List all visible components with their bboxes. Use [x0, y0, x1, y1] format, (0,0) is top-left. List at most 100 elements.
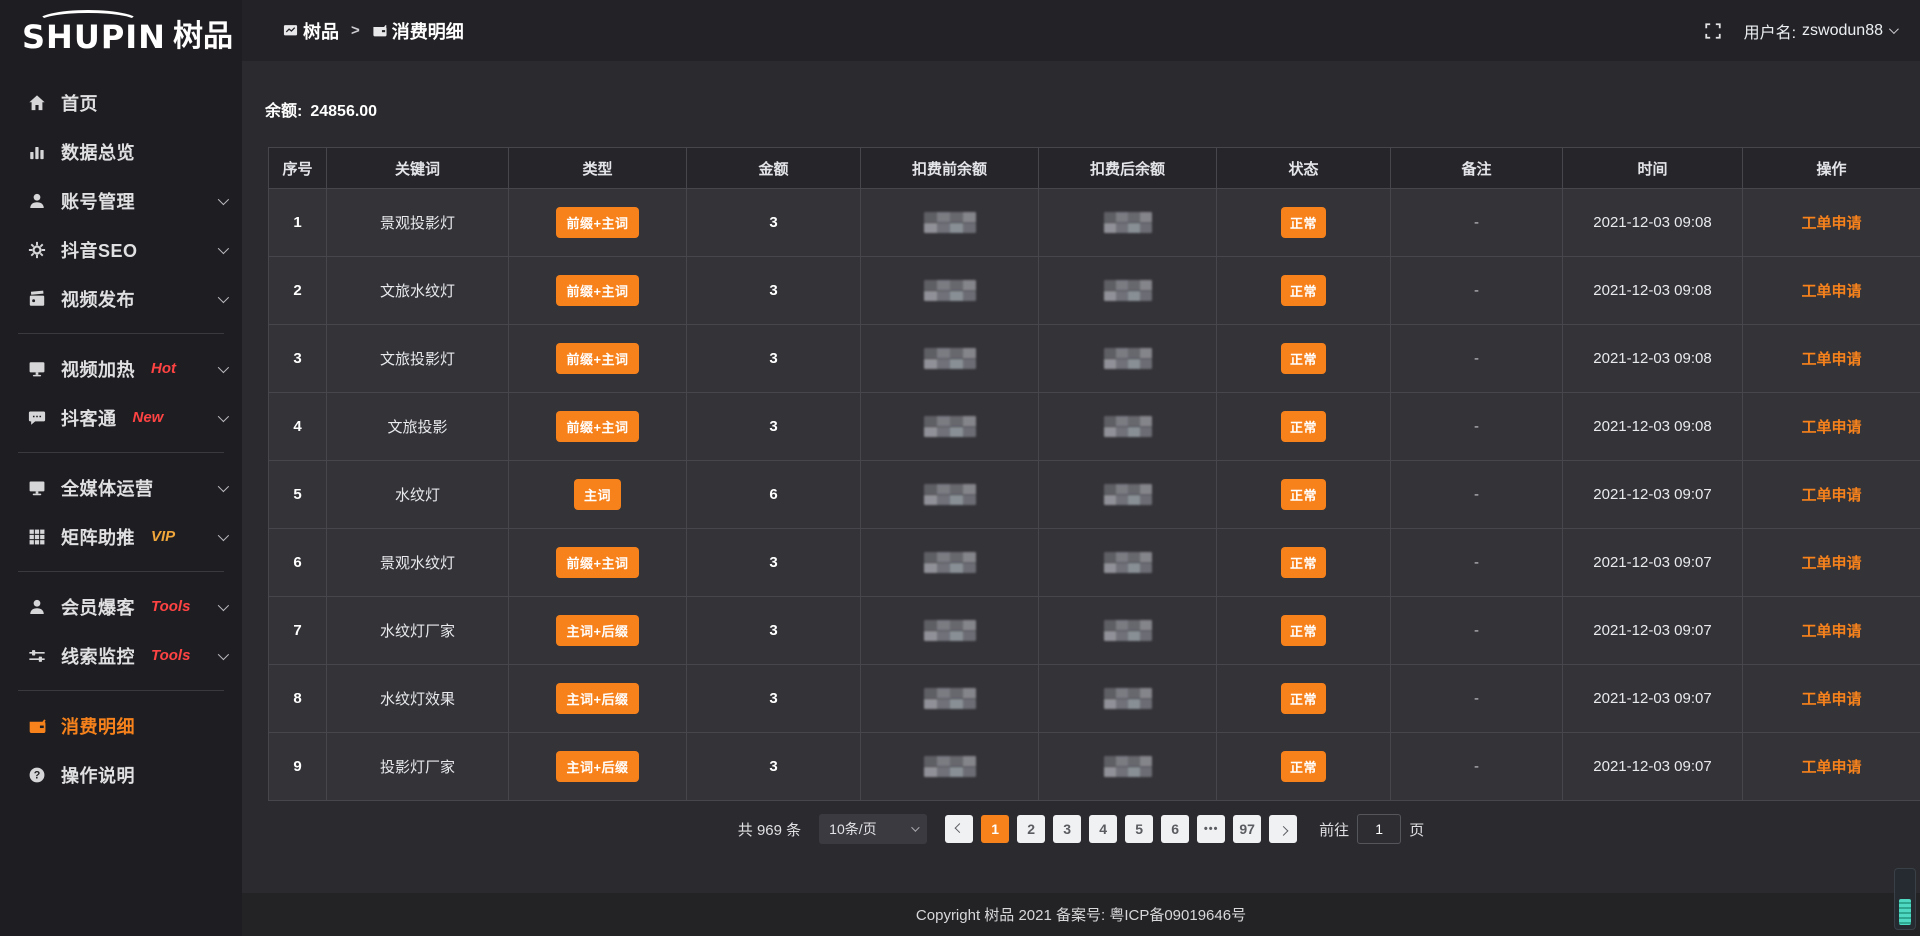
cell-time: 2021-12-03 09:07 [1563, 461, 1743, 529]
page-ellipsis[interactable]: ••• [1197, 815, 1225, 843]
topbar: 树品 > 消费明细 用户名: zswodun88 [242, 0, 1920, 61]
sidebar-item-label: 抖客通 [61, 405, 117, 431]
cell-amount: 3 [687, 597, 861, 665]
work-order-link[interactable]: 工单申请 [1801, 283, 1861, 300]
type-badge: 主词+后缀 [556, 615, 638, 646]
cell-balance-before [861, 733, 1039, 801]
cell-remark: - [1391, 529, 1563, 597]
sidebar-item-6[interactable]: 视频加热Hot [0, 344, 242, 393]
cell-balance-before [861, 257, 1039, 325]
fullscreen-icon[interactable] [1704, 22, 1722, 40]
next-page-button[interactable] [1269, 815, 1297, 843]
grid-icon [28, 528, 46, 546]
app-window-icon [283, 23, 298, 38]
table-row: 3文旅投影灯前缀+主词3正常-2021-12-03 09:08工单申请 [269, 325, 1920, 393]
cell-action: 工单申请 [1743, 529, 1920, 597]
cell-index: 3 [269, 325, 327, 393]
scrollbar-widget[interactable] [1894, 868, 1916, 930]
page-button-3[interactable]: 3 [1053, 815, 1081, 843]
work-order-link[interactable]: 工单申请 [1801, 487, 1861, 504]
status-badge: 正常 [1281, 751, 1326, 782]
cell-keyword: 文旅水纹灯 [327, 257, 509, 325]
cell-remark: - [1391, 189, 1563, 257]
sidebar-item-9[interactable]: 矩阵助推VIP [0, 512, 242, 561]
sidebar-item-2[interactable]: 数据总览 [0, 127, 242, 176]
type-badge: 主词+后缀 [556, 751, 638, 782]
sidebar-item-tag: Hot [151, 360, 176, 377]
breadcrumb-home-label: 树品 [303, 18, 339, 44]
page-button-4[interactable]: 4 [1089, 815, 1117, 843]
status-badge: 正常 [1281, 615, 1326, 646]
cell-status: 正常 [1217, 665, 1391, 733]
user-dropdown[interactable]: 用户名: zswodun88 [1744, 19, 1896, 43]
sidebar-item-label: 消费明细 [61, 713, 135, 739]
work-order-link[interactable]: 工单申请 [1801, 419, 1861, 436]
cell-time: 2021-12-03 09:07 [1563, 733, 1743, 801]
home-icon [28, 94, 46, 112]
masked-balance-after [1104, 416, 1152, 437]
cell-balance-before [861, 461, 1039, 529]
work-order-link[interactable]: 工单申请 [1801, 623, 1861, 640]
status-badge: 正常 [1281, 683, 1326, 714]
masked-balance-before [924, 756, 976, 777]
cell-status: 正常 [1217, 257, 1391, 325]
work-order-link[interactable]: 工单申请 [1801, 759, 1861, 776]
sidebar-item-4[interactable]: 抖音SEO [0, 225, 242, 274]
cell-balance-before [861, 393, 1039, 461]
cell-balance-after [1039, 325, 1217, 393]
page-button-2[interactable]: 2 [1017, 815, 1045, 843]
cell-status: 正常 [1217, 733, 1391, 801]
cell-balance-before [861, 665, 1039, 733]
breadcrumb-home[interactable]: 树品 [283, 18, 339, 44]
chevron-down-icon [1889, 24, 1899, 34]
sidebar-menu: 首页数据总览账号管理抖音SEO视频发布视频加热Hot抖客通New全媒体运营矩阵助… [0, 78, 242, 799]
masked-balance-after [1104, 280, 1152, 301]
sidebar-item-1[interactable]: 首页 [0, 78, 242, 127]
sidebar-item-3[interactable]: 账号管理 [0, 176, 242, 225]
logo-cn-text: 树品 [173, 22, 233, 52]
page-button-5[interactable]: 5 [1125, 815, 1153, 843]
column-header: 类型 [509, 148, 687, 189]
cell-remark: - [1391, 597, 1563, 665]
chevron-down-icon [911, 823, 919, 831]
type-badge: 前缀+主词 [556, 207, 638, 238]
chevron-down-icon [218, 410, 229, 421]
page-button-1[interactable]: 1 [981, 815, 1009, 843]
table-row: 1景观投影灯前缀+主词3正常-2021-12-03 09:08工单申请 [269, 189, 1920, 257]
sidebar-item-label: 会员爆客 [61, 594, 135, 620]
sidebar-item-8[interactable]: 全媒体运营 [0, 463, 242, 512]
cell-action: 工单申请 [1743, 189, 1920, 257]
work-order-link[interactable]: 工单申请 [1801, 555, 1861, 572]
scrollbar-thumb[interactable] [1899, 899, 1911, 925]
sidebar-item-label: 账号管理 [61, 188, 135, 214]
sidebar-item-label: 矩阵助推 [61, 524, 135, 550]
cell-balance-before [861, 189, 1039, 257]
sidebar-item-13[interactable]: ?操作说明 [0, 750, 242, 799]
cell-balance-after [1039, 461, 1217, 529]
status-badge: 正常 [1281, 275, 1326, 306]
work-order-link[interactable]: 工单申请 [1801, 691, 1861, 708]
sidebar-item-11[interactable]: 线索监控Tools [0, 631, 242, 680]
cell-action: 工单申请 [1743, 393, 1920, 461]
sidebar-item-5[interactable]: 视频发布 [0, 274, 242, 323]
sidebar-item-7[interactable]: 抖客通New [0, 393, 242, 442]
cell-index: 7 [269, 597, 327, 665]
work-order-link[interactable]: 工单申请 [1801, 215, 1861, 232]
work-order-link[interactable]: 工单申请 [1801, 351, 1861, 368]
cell-index: 6 [269, 529, 327, 597]
sidebar-item-10[interactable]: 会员爆客Tools [0, 582, 242, 631]
breadcrumb-current[interactable]: 消费明细 [372, 18, 464, 44]
cell-index: 5 [269, 461, 327, 529]
sidebar-item-12[interactable]: 消费明细 [0, 701, 242, 750]
table-row: 2文旅水纹灯前缀+主词3正常-2021-12-03 09:08工单申请 [269, 257, 1920, 325]
page-button-6[interactable]: 6 [1161, 815, 1189, 843]
masked-balance-after [1104, 484, 1152, 505]
goto-page-input[interactable] [1357, 814, 1401, 844]
table-row: 7水纹灯厂家主词+后缀3正常-2021-12-03 09:07工单申请 [269, 597, 1920, 665]
prev-page-button[interactable] [945, 815, 973, 843]
chevron-down-icon [218, 480, 229, 491]
cell-balance-after [1039, 733, 1217, 801]
page-size-select[interactable]: 10条/页 [819, 814, 927, 844]
page-button-97[interactable]: 97 [1233, 815, 1261, 843]
masked-balance-before [924, 484, 976, 505]
